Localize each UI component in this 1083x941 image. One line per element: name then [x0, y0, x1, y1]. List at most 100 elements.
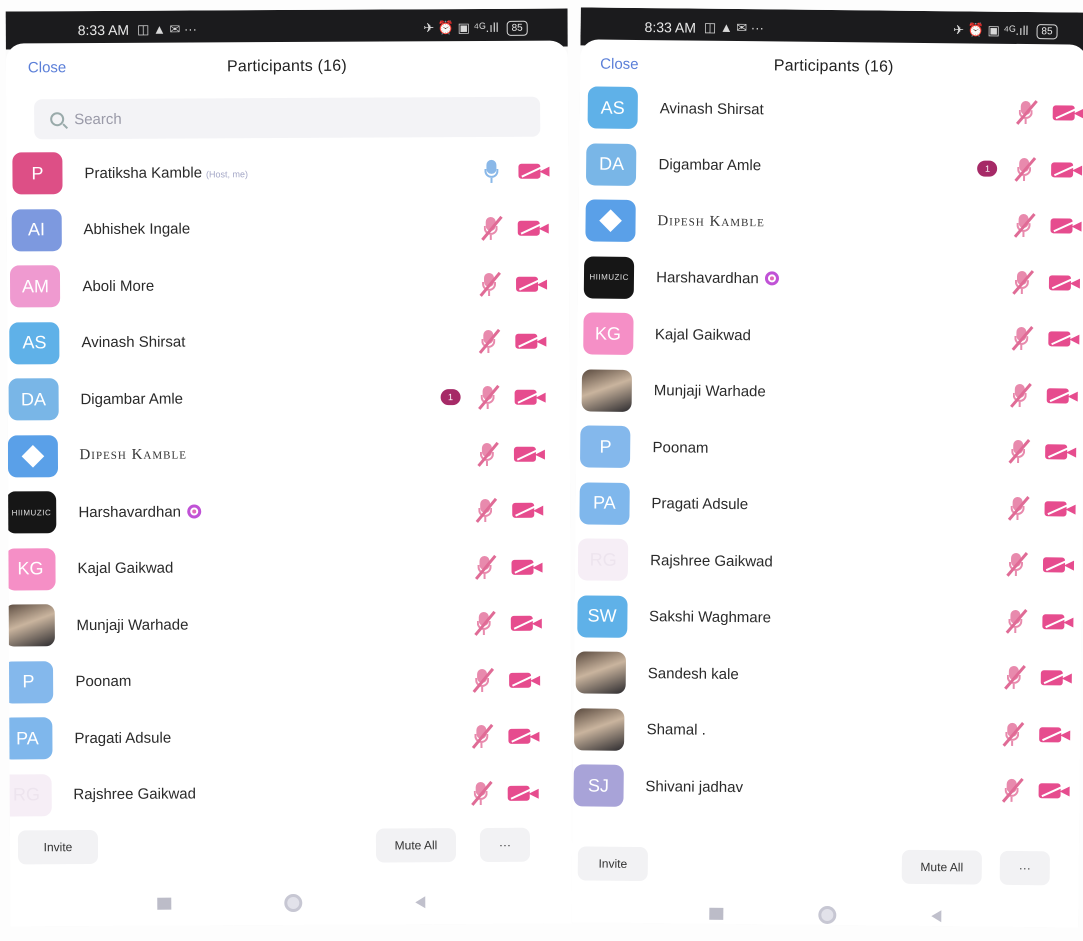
participant-row[interactable]: DA Digambar Amle 1: [579, 136, 1083, 198]
participant-controls: [476, 271, 548, 297]
video-off-icon[interactable]: [1052, 103, 1083, 123]
video-off-icon[interactable]: [1046, 385, 1079, 405]
video-off-icon[interactable]: [507, 782, 539, 802]
video-off-icon[interactable]: [1040, 667, 1073, 687]
participant-row[interactable]: DA Digambar Amle 1: [7, 369, 569, 428]
video-off-icon[interactable]: [1043, 554, 1075, 574]
video-off-icon[interactable]: [516, 274, 548, 294]
video-off-icon[interactable]: [510, 613, 542, 633]
participants-sheet: Close Participants (16) AS Avinash Shirsa…: [571, 39, 1083, 928]
participant-row[interactable]: Munjaji Warhade: [5, 595, 571, 654]
video-off-icon[interactable]: [518, 161, 550, 181]
microphone-muted-icon[interactable]: [1013, 99, 1039, 125]
participant-row[interactable]: PA Pragati Adsule: [5, 708, 571, 767]
participant-row[interactable]: KG Kajal Gaikwad: [5, 538, 570, 597]
video-off-icon[interactable]: [1049, 272, 1081, 292]
invite-button[interactable]: Invite: [577, 846, 649, 882]
microphone-muted-icon[interactable]: [475, 328, 501, 354]
participant-row[interactable]: Dipesh Kamble: [578, 192, 1083, 254]
microphone-muted-icon[interactable]: [476, 271, 502, 297]
microphone-muted-icon[interactable]: [1007, 382, 1033, 408]
participant-row[interactable]: Dipesh Kamble: [7, 425, 570, 484]
participant-row[interactable]: AI Abhishek Ingale: [7, 199, 569, 258]
microphone-muted-icon[interactable]: [998, 777, 1024, 803]
video-off-icon[interactable]: [512, 500, 544, 520]
participant-row[interactable]: P Poonam: [576, 418, 1083, 480]
microphone-muted-icon[interactable]: [470, 610, 496, 636]
back-icon[interactable]: [930, 910, 941, 923]
close-button[interactable]: Close: [600, 56, 639, 73]
video-off-icon[interactable]: [509, 669, 541, 689]
video-off-icon[interactable]: [513, 443, 545, 463]
participant-name: Dipesh Kamble: [657, 213, 765, 231]
participant-controls: [467, 779, 539, 806]
participant-row[interactable]: RG Rajshree Gaikwad: [575, 531, 1083, 593]
video-off-icon[interactable]: [515, 330, 547, 350]
video-off-icon[interactable]: [1039, 724, 1072, 744]
participant-row[interactable]: AS Avinash Shirsat: [7, 312, 569, 371]
video-off-icon[interactable]: [1038, 780, 1070, 800]
microphone-muted-icon[interactable]: [474, 384, 500, 410]
recents-icon[interactable]: [156, 897, 171, 910]
participant-row[interactable]: AM Aboli More: [7, 256, 569, 315]
participant-row[interactable]: HIIMUZIC Harshavardhan: [6, 482, 570, 541]
video-off-icon[interactable]: [514, 387, 546, 407]
microphone-muted-icon[interactable]: [477, 215, 503, 241]
participant-row[interactable]: SW Sakshi Waghmare: [574, 588, 1082, 650]
microphone-muted-icon[interactable]: [1011, 156, 1037, 182]
participant-row[interactable]: Shamal .: [573, 701, 1081, 763]
participant-row[interactable]: KG Kajal Gaikwad: [577, 305, 1083, 367]
search-input[interactable]: Search: [34, 96, 541, 140]
video-off-icon[interactable]: [1050, 216, 1082, 236]
video-off-icon[interactable]: [1044, 498, 1076, 518]
participant-row[interactable]: HIIMUZIC Harshavardhan: [578, 249, 1083, 311]
invite-button[interactable]: Invite: [17, 830, 99, 865]
microphone-muted-icon[interactable]: [1002, 608, 1028, 634]
back-icon[interactable]: [415, 896, 426, 909]
phone-right: 8:33 AM ◫ ▲ ✉ ··· ✈ ⏰ ▣ ⁴ᴳ.ıll 85 Close …: [571, 7, 1083, 928]
microphone-muted-icon[interactable]: [1001, 664, 1027, 690]
participant-row[interactable]: PA Pragati Adsule: [575, 475, 1083, 537]
participant-controls: 1: [440, 384, 546, 411]
microphone-muted-icon[interactable]: [473, 441, 499, 467]
more-button[interactable]: ···: [479, 827, 531, 863]
home-icon[interactable]: [817, 905, 836, 925]
microphone-muted-icon[interactable]: [472, 497, 498, 523]
participant-name: Munjaji Warhade: [76, 616, 188, 634]
mute-all-button[interactable]: Mute All: [375, 828, 457, 863]
participant-row[interactable]: SJ Shivani jadhav: [572, 757, 1080, 819]
participant-row[interactable]: RG Rajshree Gaikwad: [5, 764, 572, 823]
participant-row[interactable]: AS Avinash Shirsat: [579, 79, 1083, 141]
microphone-muted-icon[interactable]: [1004, 495, 1030, 521]
microphone-icon[interactable]: [478, 158, 504, 184]
microphone-muted-icon[interactable]: [468, 723, 494, 749]
participant-row[interactable]: Munjaji Warhade: [577, 362, 1083, 424]
microphone-muted-icon[interactable]: [469, 667, 495, 693]
microphone-muted-icon[interactable]: [1008, 325, 1034, 351]
microphone-muted-icon[interactable]: [1009, 269, 1035, 295]
participant-row[interactable]: P Poonam: [5, 651, 571, 710]
video-off-icon[interactable]: [1047, 329, 1080, 349]
microphone-muted-icon[interactable]: [471, 554, 497, 580]
recents-icon[interactable]: [708, 907, 723, 920]
participant-name-text: Shivani jadhav: [645, 777, 744, 796]
participant-controls: [1008, 325, 1080, 352]
microphone-muted-icon[interactable]: [1010, 212, 1036, 238]
video-off-icon[interactable]: [1041, 611, 1074, 631]
video-off-icon[interactable]: [1045, 442, 1077, 462]
participant-row[interactable]: Sandesh kale: [574, 644, 1082, 706]
mute-all-button[interactable]: Mute All: [901, 849, 982, 885]
microphone-muted-icon[interactable]: [467, 780, 493, 806]
video-off-icon[interactable]: [508, 726, 540, 746]
participant-row[interactable]: P Pratiksha Kamble (Host, me): [6, 143, 568, 202]
microphone-muted-icon[interactable]: [1005, 438, 1031, 464]
home-icon[interactable]: [284, 893, 303, 913]
video-off-icon[interactable]: [1051, 159, 1083, 179]
microphone-muted-icon[interactable]: [999, 721, 1025, 747]
video-off-icon[interactable]: [517, 217, 549, 237]
microphone-muted-icon[interactable]: [1003, 551, 1029, 577]
close-button[interactable]: Close: [28, 59, 66, 76]
participant-list: AS Avinash Shirsat DA Digambar Amle 1 Dipesh …: [572, 79, 1083, 819]
more-button[interactable]: ···: [999, 850, 1050, 886]
video-off-icon[interactable]: [511, 556, 543, 576]
